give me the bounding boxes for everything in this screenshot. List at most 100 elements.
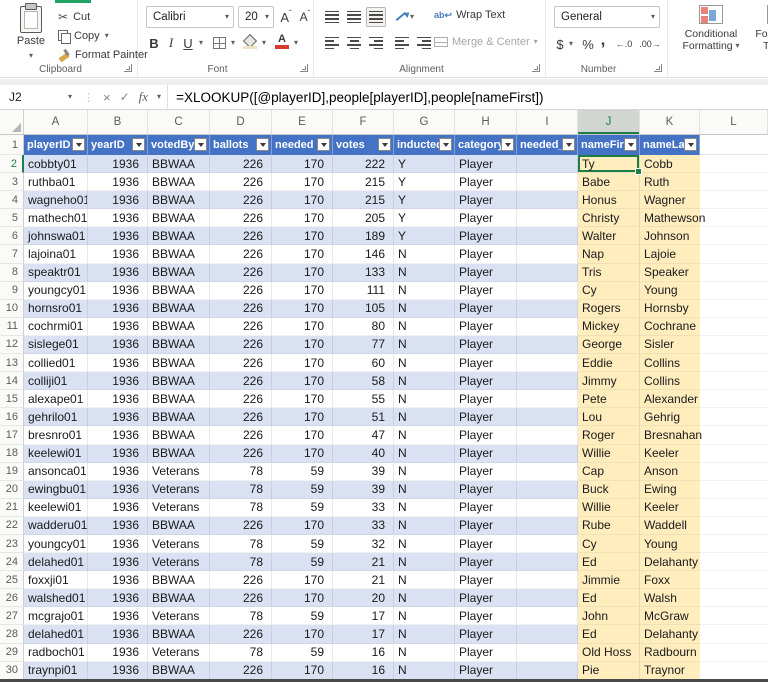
cell[interactable]: 39: [333, 481, 394, 499]
fill-color-dropdown[interactable]: ▾: [259, 32, 269, 54]
cell[interactable]: 170: [272, 191, 333, 209]
cell[interactable]: Pete: [578, 390, 640, 408]
empty-cell[interactable]: [700, 173, 768, 191]
cell[interactable]: BBWAA: [148, 571, 210, 589]
italic-button[interactable]: I: [164, 32, 178, 54]
cell[interactable]: BBWAA: [148, 282, 210, 300]
cell[interactable]: Y: [394, 227, 455, 245]
cell[interactable]: Y: [394, 191, 455, 209]
cell[interactable]: Radbourn: [640, 644, 700, 662]
cell[interactable]: Player: [455, 372, 517, 390]
cell[interactable]: cobbty01: [24, 155, 88, 173]
cell[interactable]: Speaker: [640, 264, 700, 282]
cell[interactable]: 60: [333, 354, 394, 372]
cell[interactable]: Christy: [578, 209, 640, 227]
cell[interactable]: Veterans: [148, 499, 210, 517]
cell[interactable]: 55: [333, 390, 394, 408]
cell[interactable]: ewingbu01: [24, 481, 88, 499]
cell[interactable]: 226: [210, 227, 272, 245]
cell[interactable]: 226: [210, 318, 272, 336]
decrease-decimal-button[interactable]: .00→: [638, 33, 662, 55]
cell[interactable]: mathech01: [24, 209, 88, 227]
empty-cell[interactable]: [700, 300, 768, 318]
cell[interactable]: bresnro01: [24, 426, 88, 444]
cell[interactable]: keelewi01: [24, 499, 88, 517]
cell[interactable]: Waddell: [640, 517, 700, 535]
cell[interactable]: colliji01: [24, 372, 88, 390]
table-header-cell[interactable]: votedBy: [148, 135, 210, 155]
row-header-11[interactable]: 11: [0, 318, 24, 336]
cell[interactable]: 215: [333, 173, 394, 191]
cell[interactable]: Player: [455, 463, 517, 481]
cell[interactable]: N: [394, 553, 455, 571]
cell[interactable]: Collins: [640, 372, 700, 390]
cell[interactable]: Nap: [578, 245, 640, 263]
cell[interactable]: 78: [210, 463, 272, 481]
cell[interactable]: BBWAA: [148, 318, 210, 336]
cell[interactable]: 1936: [88, 607, 148, 625]
cell[interactable]: wadderu01: [24, 517, 88, 535]
copy-dropdown-icon[interactable]: ▾: [105, 32, 109, 40]
cell[interactable]: 226: [210, 209, 272, 227]
cell[interactable]: 226: [210, 191, 272, 209]
filter-button[interactable]: [317, 138, 330, 151]
cell[interactable]: 226: [210, 155, 272, 173]
cell[interactable]: Ed: [578, 589, 640, 607]
confirm-entry-button[interactable]: ✓: [120, 90, 130, 104]
cell[interactable]: 1936: [88, 318, 148, 336]
row-header-5[interactable]: 5: [0, 209, 24, 227]
row-header-15[interactable]: 15: [0, 390, 24, 408]
row-header-22[interactable]: 22: [0, 517, 24, 535]
cell[interactable]: N: [394, 282, 455, 300]
cell[interactable]: Willie: [578, 499, 640, 517]
cell[interactable]: Player: [455, 535, 517, 553]
filter-button[interactable]: [132, 138, 145, 151]
filter-button[interactable]: [562, 138, 575, 151]
cell[interactable]: 226: [210, 372, 272, 390]
cell[interactable]: N: [394, 318, 455, 336]
empty-cell[interactable]: [700, 390, 768, 408]
row-header-14[interactable]: 14: [0, 372, 24, 390]
cell[interactable]: Keeler: [640, 499, 700, 517]
cell[interactable]: Cap: [578, 463, 640, 481]
empty-cell[interactable]: [700, 607, 768, 625]
cell[interactable]: BBWAA: [148, 625, 210, 643]
cell[interactable]: alexape01: [24, 390, 88, 408]
row-header-27[interactable]: 27: [0, 607, 24, 625]
filter-button[interactable]: [439, 138, 452, 151]
cell[interactable]: Veterans: [148, 481, 210, 499]
cell[interactable]: [517, 535, 578, 553]
cell[interactable]: N: [394, 517, 455, 535]
cell[interactable]: BBWAA: [148, 662, 210, 680]
cell[interactable]: N: [394, 390, 455, 408]
cell[interactable]: 170: [272, 264, 333, 282]
cell[interactable]: Player: [455, 264, 517, 282]
empty-cell[interactable]: [700, 445, 768, 463]
paste-button[interactable]: Paste ▾: [8, 5, 54, 69]
cell[interactable]: N: [394, 336, 455, 354]
align-right-button[interactable]: [366, 33, 386, 53]
cell[interactable]: 78: [210, 553, 272, 571]
cell[interactable]: Young: [640, 535, 700, 553]
cell[interactable]: [517, 408, 578, 426]
column-header-H[interactable]: H: [455, 110, 517, 134]
empty-cell[interactable]: [700, 155, 768, 173]
cell[interactable]: Player: [455, 300, 517, 318]
cell[interactable]: 80: [333, 318, 394, 336]
cell[interactable]: 170: [272, 426, 333, 444]
column-header-F[interactable]: F: [333, 110, 394, 134]
filter-button[interactable]: [194, 138, 207, 151]
row-header-10[interactable]: 10: [0, 300, 24, 318]
cell[interactable]: 170: [272, 625, 333, 643]
cell[interactable]: 1936: [88, 553, 148, 571]
cell[interactable]: 170: [272, 354, 333, 372]
cell[interactable]: foxxji01: [24, 571, 88, 589]
cell[interactable]: Walter: [578, 227, 640, 245]
cell[interactable]: N: [394, 408, 455, 426]
empty-cell[interactable]: [700, 426, 768, 444]
cell[interactable]: 170: [272, 571, 333, 589]
cell[interactable]: N: [394, 426, 455, 444]
column-header-B[interactable]: B: [88, 110, 148, 134]
cell[interactable]: Player: [455, 155, 517, 173]
cell[interactable]: 170: [272, 408, 333, 426]
